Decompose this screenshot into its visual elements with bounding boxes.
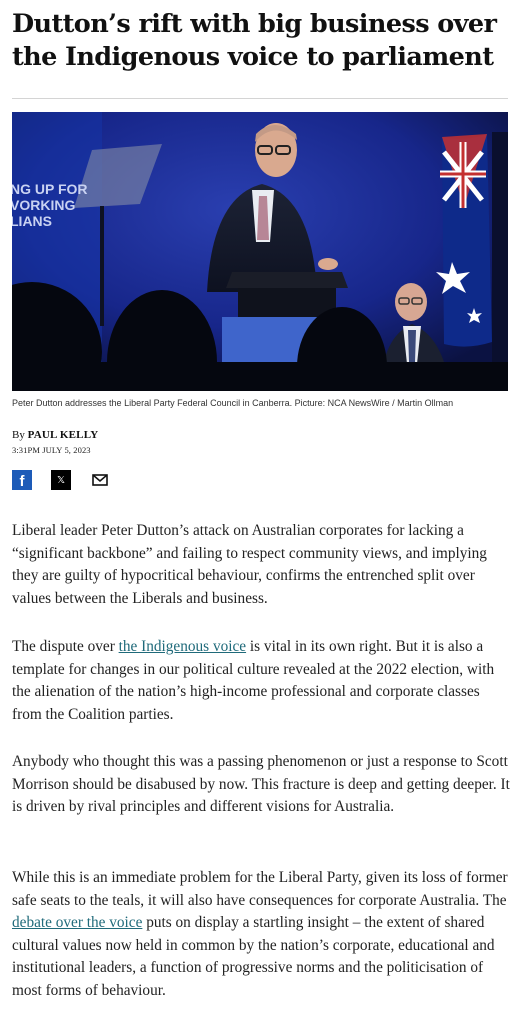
backdrop-line-3: LIANS — [12, 213, 52, 229]
hero-photo: NG UP FOR VORKING LIANS — [12, 112, 508, 391]
paragraph-1: Liberal leader Peter Dutton’s attack on … — [12, 522, 487, 607]
email-share-button[interactable] — [90, 470, 110, 490]
timestamp: 3:31PM JULY 5, 2023 — [12, 445, 91, 455]
share-bar: f 𝕏 — [12, 470, 110, 490]
hero-image[interactable]: NG UP FOR VORKING LIANS — [12, 112, 508, 391]
backdrop-line-2: VORKING — [12, 197, 75, 213]
divider — [12, 98, 508, 99]
paragraph-4-lead: While this is an immediate problem for t… — [12, 869, 508, 909]
x-share-button[interactable]: 𝕏 — [51, 470, 71, 490]
headline: Dutton’s rift with big business over the… — [12, 9, 497, 72]
byline-prefix: By — [12, 429, 25, 441]
author-name[interactable]: PAUL KELLY — [28, 429, 99, 441]
paragraph-2-lead: The dispute over — [12, 638, 119, 655]
facebook-share-button[interactable]: f — [12, 470, 32, 490]
paragraph-3: Anybody who thought this was a passing p… — [12, 753, 510, 815]
image-caption: Peter Dutton addresses the Liberal Party… — [12, 398, 454, 408]
paragraph-2: The dispute over the Indigenous voice is… — [12, 636, 512, 726]
backdrop-line-1: NG UP FOR — [12, 181, 88, 197]
indigenous-voice-link[interactable]: the Indigenous voice — [119, 638, 246, 655]
facebook-icon: f — [19, 473, 25, 490]
x-icon: 𝕏 — [56, 474, 66, 486]
byline: By PAUL KELLY — [12, 429, 98, 441]
debate-over-voice-link[interactable]: debate over the voice — [12, 914, 142, 931]
paragraph-4: While this is an immediate problem for t… — [12, 867, 512, 1002]
envelope-icon — [92, 474, 108, 486]
